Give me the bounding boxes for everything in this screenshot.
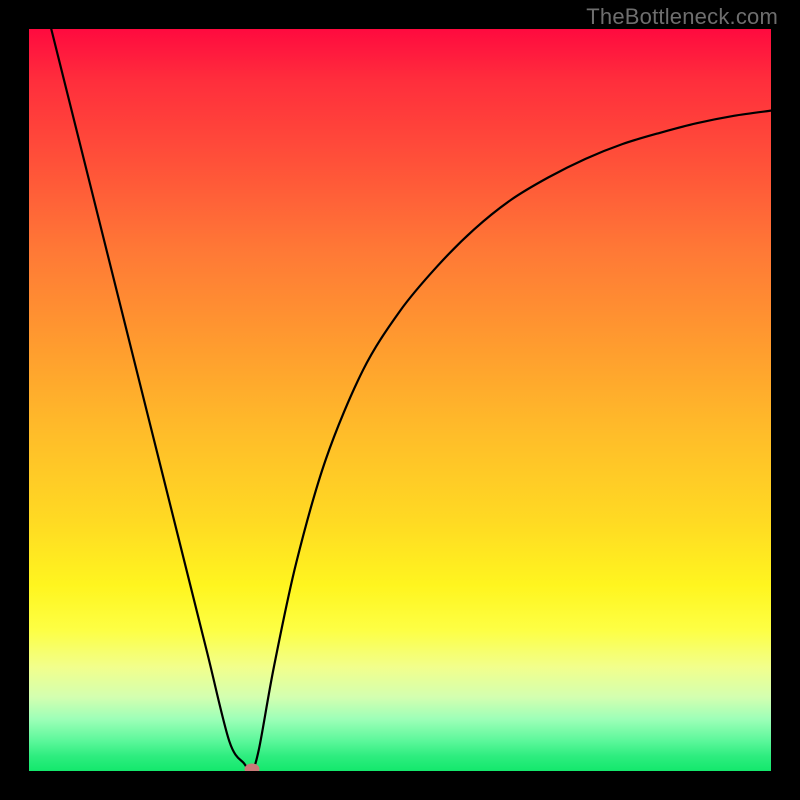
curve-svg — [29, 29, 771, 771]
minimum-marker — [244, 764, 259, 772]
chart-stage: TheBottleneck.com — [0, 0, 800, 800]
plot-area — [29, 29, 771, 771]
watermark-text: TheBottleneck.com — [586, 4, 778, 30]
bottleneck-curve — [51, 29, 771, 771]
